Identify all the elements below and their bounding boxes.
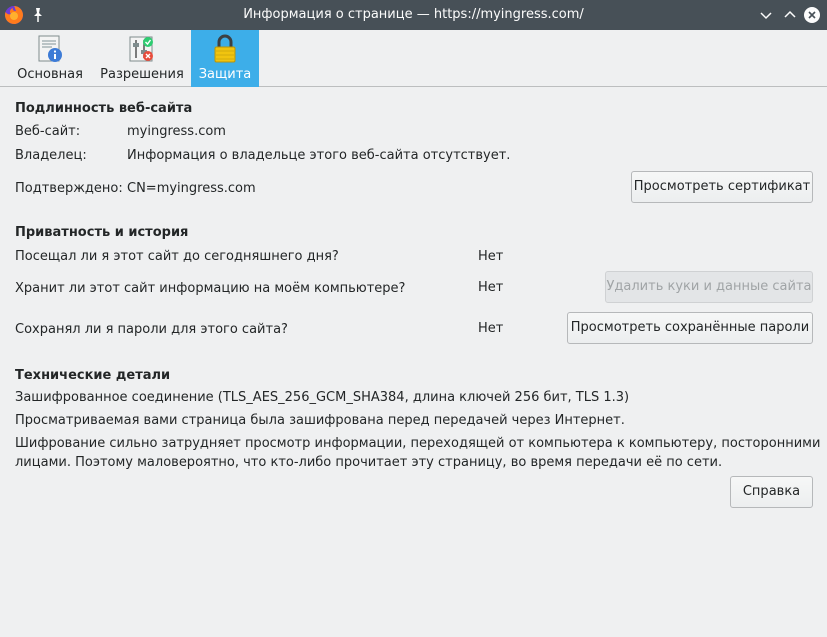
tab-bar: Основная Разрешения Защита xyxy=(0,30,827,87)
tab-security[interactable]: Защита xyxy=(191,30,259,87)
encryption-explanation-line2: лицами. Поэтому маловероятно, что кто-ли… xyxy=(15,455,723,470)
technical-heading: Технические детали xyxy=(15,368,171,383)
minimize-icon[interactable] xyxy=(757,6,775,24)
tab-general-label: Основная xyxy=(17,67,83,82)
passwords-answer: Нет xyxy=(478,321,504,336)
help-button[interactable]: Справка xyxy=(730,476,813,508)
verified-label: Подтверждено: xyxy=(15,181,123,196)
view-certificate-button[interactable]: Просмотреть сертификат xyxy=(631,171,813,203)
security-panel: Подлинность веб-сайта Веб-сайт: myingres… xyxy=(0,88,827,637)
website-value: myingress.com xyxy=(127,124,226,139)
window-titlebar[interactable]: Информация о странице — https://myingres… xyxy=(0,0,827,30)
tab-permissions-label: Разрешения xyxy=(100,67,184,82)
window-title: Информация о странице — https://myingres… xyxy=(243,7,584,22)
info-document-icon xyxy=(38,35,62,62)
clear-cookies-button[interactable]: Удалить куки и данные сайта xyxy=(605,271,813,303)
owner-value: Информация о владельце этого веб-сайта о… xyxy=(127,148,511,163)
privacy-heading: Приватность и история xyxy=(15,225,189,240)
storage-question: Хранит ли этот сайт информацию на моём к… xyxy=(15,281,406,296)
visited-answer: Нет xyxy=(478,249,504,264)
tab-general[interactable]: Основная xyxy=(10,30,90,87)
maximize-icon[interactable] xyxy=(781,6,799,24)
passwords-question: Сохранял ли я пароли для этого сайта? xyxy=(15,322,288,337)
tab-permissions[interactable]: Разрешения xyxy=(96,30,188,87)
connection-details: Зашифрованное соединение (TLS_AES_256_GC… xyxy=(15,390,630,405)
permissions-icon xyxy=(129,36,153,62)
website-label: Веб-сайт: xyxy=(15,124,81,139)
verified-value: CN=myingress.com xyxy=(127,181,256,196)
owner-label: Владелец: xyxy=(15,148,87,163)
storage-answer: Нет xyxy=(478,280,504,295)
padlock-icon xyxy=(214,34,236,63)
encryption-explanation-line1: Шифрование сильно затрудняет просмотр ин… xyxy=(15,436,821,451)
encrypted-note: Просматриваемая вами страница была зашиф… xyxy=(15,413,625,428)
identity-heading: Подлинность веб-сайта xyxy=(15,101,193,116)
tab-security-label: Защита xyxy=(198,67,252,82)
close-icon[interactable] xyxy=(803,6,821,24)
visited-question: Посещал ли я этот сайт до сегодняшнего д… xyxy=(15,249,339,264)
view-saved-passwords-button[interactable]: Просмотреть сохранённые пароли xyxy=(567,312,813,344)
